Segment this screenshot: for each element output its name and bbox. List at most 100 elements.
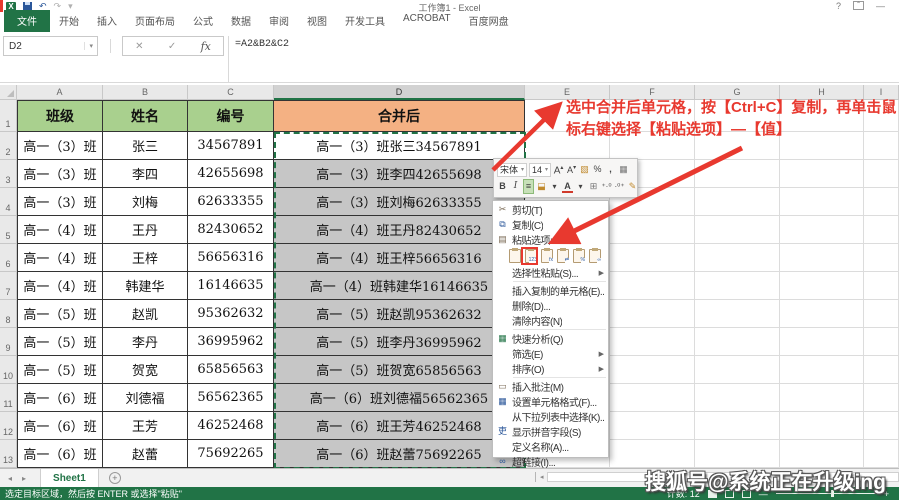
select-all-corner[interactable] [0, 85, 17, 100]
cell-A11[interactable]: 高一（6）班 [17, 384, 103, 412]
cell-F7[interactable] [610, 272, 695, 300]
cell-D13[interactable]: 高一（6）班赵蕾75692265 [274, 440, 525, 468]
cell-I13[interactable] [864, 440, 899, 468]
cell-H6[interactable] [780, 244, 864, 272]
sheet-nav-right-icon[interactable]: ▸ [22, 474, 26, 483]
ribbon-tab-公式[interactable]: 公式 [184, 10, 222, 32]
column-header-D[interactable]: D [274, 85, 525, 100]
row-header-7[interactable]: 7 [0, 272, 17, 300]
cell-D6[interactable]: 高一（4）班王梓56656316 [274, 244, 525, 272]
italic-icon[interactable]: I [510, 180, 521, 193]
cell-B4[interactable]: 刘梅 [103, 188, 188, 216]
cell-D4[interactable]: 高一（3）班刘梅62633355 [274, 188, 525, 216]
row-header-6[interactable]: 6 [0, 244, 17, 272]
cell-G6[interactable] [695, 244, 780, 272]
cell-F8[interactable] [610, 300, 695, 328]
cell-G8[interactable] [695, 300, 780, 328]
cell-B5[interactable]: 王丹 [103, 216, 188, 244]
cell-H10[interactable] [780, 356, 864, 384]
cell-F9[interactable] [610, 328, 695, 356]
cell-B2[interactable]: 张三 [103, 132, 188, 160]
menu-item-show-phonetic[interactable]: 吏显示拼音字段(S) [493, 424, 608, 440]
cell-F10[interactable] [610, 356, 695, 384]
comma-style-icon[interactable]: , [605, 163, 616, 176]
paste-option-paste-icon[interactable] [509, 248, 521, 263]
menu-item-hyperlink[interactable]: ∞ 超链接(I)... [493, 454, 608, 470]
sheet-tab-sheet1[interactable]: Sheet1 [40, 468, 99, 488]
cell-D8[interactable]: 高一（5）班赵凯95362632 [274, 300, 525, 328]
menu-item-filter[interactable]: 筛选(E) ▶ [493, 346, 608, 361]
menu-item-quick-analysis[interactable]: ▦ 快速分析(Q) [493, 331, 608, 347]
cell-D9[interactable]: 高一（5）班李丹36995962 [274, 328, 525, 356]
table-header-cell-班级[interactable]: 班级 [17, 100, 103, 132]
add-sheet-icon[interactable]: + [108, 472, 121, 484]
row-header-11[interactable]: 11 [0, 384, 17, 412]
cell-B8[interactable]: 赵凯 [103, 300, 188, 328]
cell-A3[interactable]: 高一（3）班 [17, 160, 103, 188]
cell-F13[interactable] [610, 440, 695, 468]
cell-I7[interactable] [864, 272, 899, 300]
cell-G10[interactable] [695, 356, 780, 384]
cell-I5[interactable] [864, 216, 899, 244]
cell-H7[interactable] [780, 272, 864, 300]
cell-I3[interactable] [864, 160, 899, 188]
row-header-4[interactable]: 4 [0, 188, 17, 216]
cell-B9[interactable]: 李丹 [103, 328, 188, 356]
formula-input[interactable]: =A2&B2&C2 [228, 36, 899, 82]
ribbon-tab-审阅[interactable]: 审阅 [260, 10, 298, 32]
cell-C13[interactable]: 75692265 [188, 440, 274, 468]
enter-icon[interactable]: ✓ [168, 41, 176, 52]
ribbon-tab-开始[interactable]: 开始 [50, 10, 88, 32]
fill-color-icon[interactable]: ⬓ [536, 180, 547, 193]
cell-A4[interactable]: 高一（3）班 [17, 188, 103, 216]
menu-item-copy[interactable]: ⧉ 复制(C) [493, 217, 608, 233]
hscroll-left-icon[interactable]: ◂ [540, 473, 544, 481]
cell-C10[interactable]: 65856563 [188, 356, 274, 384]
cell-I9[interactable] [864, 328, 899, 356]
borders-icon[interactable]: ⊞ [588, 180, 599, 193]
cell-C11[interactable]: 56562365 [188, 384, 274, 412]
cell-D11[interactable]: 高一（6）班刘德福56562365 [274, 384, 525, 412]
menu-item-cut[interactable]: ✂ 剪切(T) [493, 202, 608, 218]
insert-function-icon[interactable]: fx [201, 40, 211, 53]
cell-H3[interactable] [780, 160, 864, 188]
minimize-button[interactable]: — [876, 1, 885, 11]
cell-B6[interactable]: 王梓 [103, 244, 188, 272]
ribbon-tab-页面布局[interactable]: 页面布局 [126, 10, 184, 32]
paste-option-paste-transpose-icon[interactable]: ⇄ [557, 248, 569, 263]
column-header-C[interactable]: C [188, 85, 274, 100]
row-header-9[interactable]: 9 [0, 328, 17, 356]
cell-G13[interactable] [695, 440, 780, 468]
format-painter-icon[interactable]: ▧ [579, 163, 590, 176]
cell-D5[interactable]: 高一（4）班王丹82430652 [274, 216, 525, 244]
sheet-nav-left-icon[interactable]: ◂ [8, 474, 12, 483]
cell-I6[interactable] [864, 244, 899, 272]
row-header-3[interactable]: 3 [0, 160, 17, 188]
menu-item-clear-contents[interactable]: 清除内容(N) [493, 313, 608, 328]
cell-H5[interactable] [780, 216, 864, 244]
cell-G5[interactable] [695, 216, 780, 244]
grow-font-icon[interactable]: A▴ [553, 162, 564, 177]
menu-item-insert-comment[interactable]: ▭ 插入批注(M) [493, 379, 608, 395]
cell-H12[interactable] [780, 412, 864, 440]
cell-B11[interactable]: 刘德福 [103, 384, 188, 412]
ribbon-tab-file[interactable]: 文件 [4, 10, 50, 32]
cell-D2[interactable]: 高一（3）班张三34567891 [274, 132, 525, 160]
decrease-decimal-icon[interactable]: ·⁰⁺ [614, 180, 625, 193]
row-header-12[interactable]: 12 [0, 412, 17, 440]
menu-item-pick-from-list[interactable]: 从下拉列表中选择(K)... [493, 409, 608, 424]
cell-C2[interactable]: 34567891 [188, 132, 274, 160]
percent-style-icon[interactable]: % [592, 163, 603, 176]
cell-A13[interactable]: 高一（6）班 [17, 440, 103, 468]
row-header-5[interactable]: 5 [0, 216, 17, 244]
cell-C4[interactable]: 62633355 [188, 188, 274, 216]
cell-A12[interactable]: 高一（6）班 [17, 412, 103, 440]
cell-B12[interactable]: 王芳 [103, 412, 188, 440]
cell-C5[interactable]: 82430652 [188, 216, 274, 244]
fill-dropdown-icon[interactable]: ▾ [549, 180, 560, 193]
cell-H13[interactable] [780, 440, 864, 468]
cell-F11[interactable] [610, 384, 695, 412]
column-header-A[interactable]: A [17, 85, 103, 100]
name-box-dropdown-icon[interactable]: ▾ [84, 42, 97, 50]
font-name-select[interactable]: 宋体 ▾ [497, 162, 528, 177]
